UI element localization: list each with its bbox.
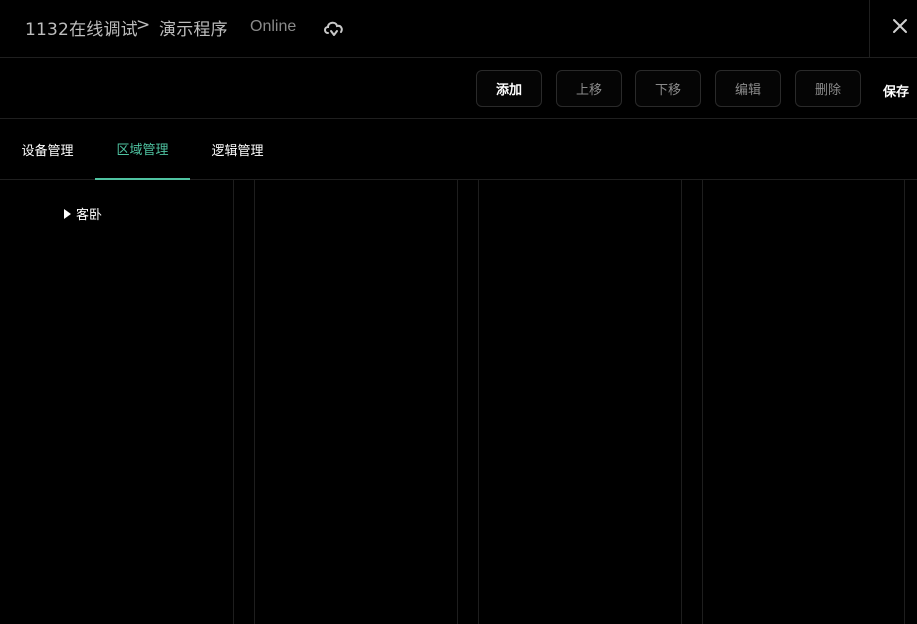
breadcrumb-separator: > xyxy=(136,15,151,35)
tab-device-management[interactable]: 设备管理 xyxy=(0,119,95,180)
close-icon[interactable] xyxy=(892,18,908,34)
delete-button[interactable]: 删除 xyxy=(795,70,861,107)
column-divider xyxy=(904,180,905,624)
column-divider xyxy=(457,180,458,624)
move-up-button[interactable]: 上移 xyxy=(556,70,622,107)
column-divider xyxy=(681,180,682,624)
column-divider xyxy=(233,180,234,624)
toolbar: 添加 上移 下移 编辑 删除 保存 xyxy=(0,58,917,119)
column-divider xyxy=(702,180,703,624)
cloud-sync-icon[interactable] xyxy=(322,19,346,39)
breadcrumb-program: 演示程序 xyxy=(159,20,228,40)
save-button[interactable]: 保存 xyxy=(883,81,909,100)
caret-right-icon[interactable] xyxy=(64,208,71,219)
tab-logic-management[interactable]: 逻辑管理 xyxy=(190,119,285,180)
add-button[interactable]: 添加 xyxy=(476,70,542,107)
tree-item-label: 客卧 xyxy=(76,208,103,223)
title-bar: 1132在线调试 > 演示程序 Online xyxy=(0,0,917,58)
column-divider xyxy=(254,180,255,624)
move-down-button[interactable]: 下移 xyxy=(635,70,701,107)
tab-area-management[interactable]: 区域管理 xyxy=(95,119,190,180)
area-panel: 客卧 xyxy=(0,180,917,624)
edit-button[interactable]: 编辑 xyxy=(715,70,781,107)
tab-bar: 设备管理 区域管理 逻辑管理 xyxy=(0,119,917,180)
tree-item-guest-bedroom[interactable]: 客卧 xyxy=(64,204,102,223)
breadcrumb-project[interactable]: 1132在线调试 xyxy=(25,15,138,40)
connection-status: Online xyxy=(250,18,297,35)
column-divider xyxy=(478,180,479,624)
